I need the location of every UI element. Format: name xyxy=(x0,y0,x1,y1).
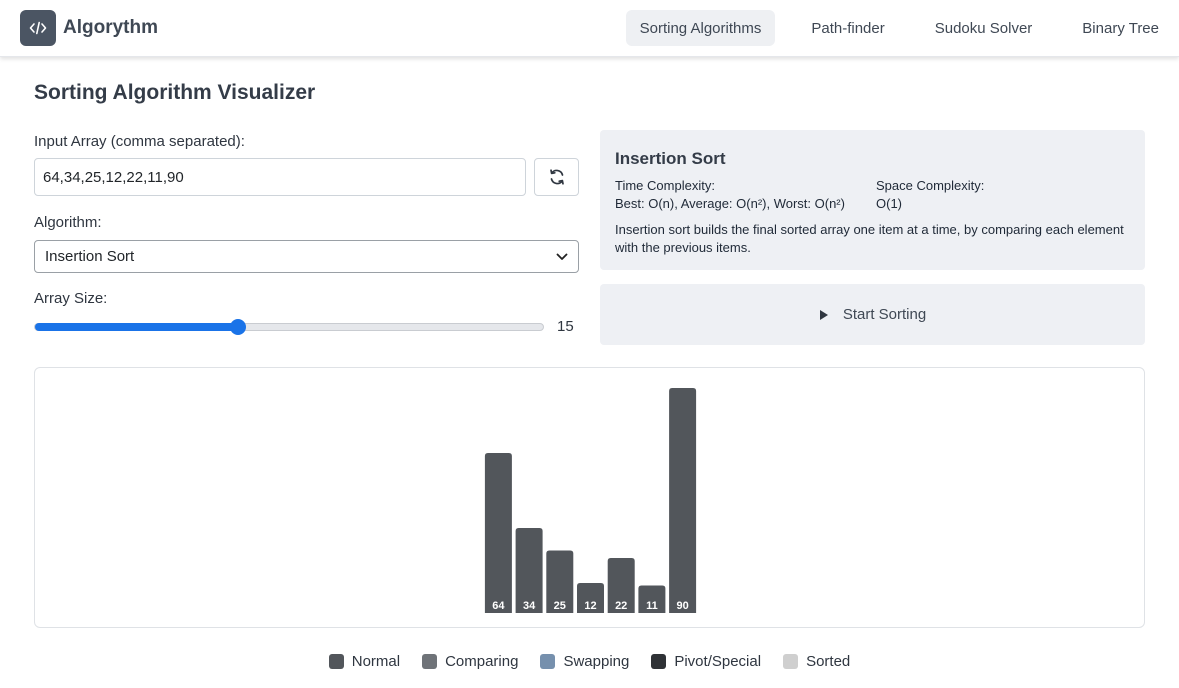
nav-link-binary-tree[interactable]: Binary Tree xyxy=(1082,10,1159,46)
start-sorting-label: Start Sorting xyxy=(842,306,927,323)
legend-label: Normal xyxy=(351,652,401,670)
bar-value-label: 90 xyxy=(676,600,688,612)
slider-fill xyxy=(35,323,239,331)
bar-value-label: 11 xyxy=(646,600,658,612)
bar-value-label: 25 xyxy=(554,600,566,612)
array-input[interactable] xyxy=(34,158,526,196)
legend-label: Pivot/Special xyxy=(674,652,762,670)
bar-value-label: 12 xyxy=(584,600,596,612)
array-size-slider[interactable] xyxy=(34,323,544,331)
legend-item-pivot-special: Pivot/Special xyxy=(651,653,761,670)
algorithm-selected-value: Insertion Sort xyxy=(45,248,135,265)
legend-item-sorted: Sorted xyxy=(783,653,850,670)
brand-name: Algorythm xyxy=(63,17,158,38)
legend-swatch xyxy=(651,653,667,669)
brand[interactable]: Algorythm xyxy=(20,10,158,46)
randomize-button[interactable] xyxy=(534,158,579,196)
space-complexity-value: O(1) xyxy=(876,196,902,211)
chart-bar xyxy=(484,453,512,613)
array-size-label: Array Size: xyxy=(34,290,108,307)
nav-link-sorting-algorithms[interactable]: Sorting Algorithms xyxy=(625,10,776,46)
chevron-down-icon xyxy=(556,253,568,260)
bar-chart: 64 34 25 12 22 11 90 xyxy=(484,388,697,613)
sorting-chart: 64 34 25 12 22 11 90 xyxy=(34,367,1145,628)
start-sorting-button[interactable]: Start Sorting xyxy=(600,284,1145,345)
nav-link-sudoku-solver[interactable]: Sudoku Solver xyxy=(935,10,1033,46)
legend-swatch xyxy=(783,653,799,669)
refresh-icon xyxy=(549,169,564,185)
nav-links: Sorting Algorithms Path-finder Sudoku So… xyxy=(618,10,1159,46)
bar-value-label: 64 xyxy=(492,600,505,612)
algorithm-info-card: Insertion Sort Time Complexity: Best: O(… xyxy=(600,130,1145,270)
legend: Normal Comparing Swapping Pivot/Special Sort… xyxy=(0,650,1179,672)
chart-bar xyxy=(669,388,697,613)
legend-item-normal: Normal xyxy=(328,652,401,670)
info-description: Insertion sort builds the final sorted a… xyxy=(615,222,1124,255)
algorithm-label: Algorithm: xyxy=(34,214,102,231)
legend-item-comparing: Comparing xyxy=(422,653,518,670)
time-complexity-value: Best: O(n), Average: O(n²), Worst: O(n²) xyxy=(615,196,845,211)
legend-item-swapping: Swapping xyxy=(540,653,629,670)
legend-label: Sorted xyxy=(806,652,851,670)
array-size-value: 15 xyxy=(557,318,574,335)
play-icon xyxy=(819,309,828,320)
nav-link-path-finder[interactable]: Path-finder xyxy=(811,10,884,46)
legend-swatch xyxy=(422,653,438,669)
algorithm-select[interactable]: Insertion Sort xyxy=(34,240,579,273)
navbar: Algorythm Sorting Algorithms Path-finder… xyxy=(0,0,1179,57)
input-array-label: Input Array (comma separated): xyxy=(34,133,245,150)
legend-swatch xyxy=(540,653,556,669)
bar-value-label: 22 xyxy=(615,600,627,612)
info-title: Insertion Sort xyxy=(615,149,726,168)
time-complexity-label: Time Complexity: xyxy=(615,178,715,193)
bar-value-label: 34 xyxy=(523,600,536,612)
space-complexity-label: Space Complexity: xyxy=(876,178,985,193)
page-title: Sorting Algorithm Visualizer xyxy=(34,81,316,104)
legend-label: Swapping xyxy=(563,652,630,670)
slider-thumb[interactable] xyxy=(230,319,246,335)
legend-label: Comparing xyxy=(445,652,519,670)
code-icon xyxy=(20,10,56,46)
legend-swatch xyxy=(328,653,344,669)
